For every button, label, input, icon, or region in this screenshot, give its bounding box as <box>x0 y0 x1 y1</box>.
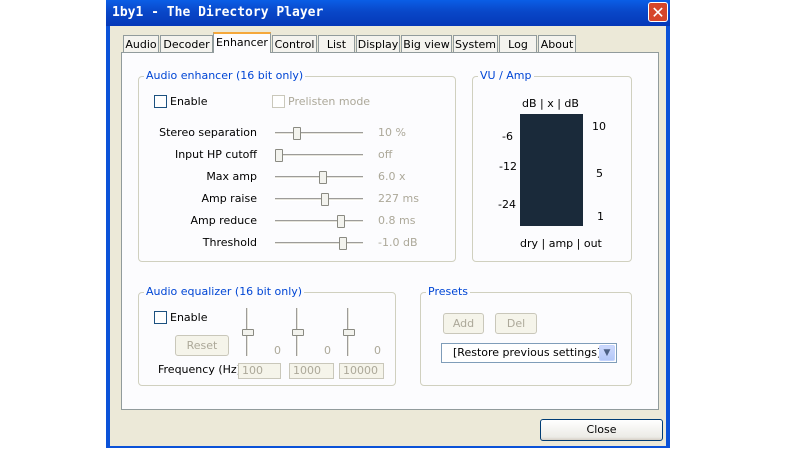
vu-amp-title: VU / Amp <box>478 69 534 82</box>
slider-6-value: -1.0 dB <box>378 236 418 249</box>
close-icon[interactable]: ✕ <box>648 2 668 22</box>
audio-enhancer-title: Audio enhancer (16 bit only) <box>144 69 306 82</box>
eq-band-2-frequency-field[interactable]: 1000 <box>289 363 334 379</box>
vu-left-scale-2: -12 <box>499 160 517 173</box>
tab-about[interactable]: About <box>538 35 576 52</box>
slider-3-thumb[interactable] <box>319 171 327 184</box>
slider-1-value: 10 % <box>378 126 406 139</box>
tab-list[interactable]: List <box>318 35 355 52</box>
vu-left-scale-1: -6 <box>502 130 513 143</box>
prelisten-mode-checkbox[interactable] <box>272 95 285 108</box>
preset-select-value: [Restore previous settings] <box>453 346 602 359</box>
enhancer-enable-checkbox[interactable] <box>154 95 167 108</box>
tab-enhancer[interactable]: Enhancer <box>213 32 271 53</box>
slider-3-value: 6.0 x <box>378 170 406 183</box>
window-title: 1by1 - The Directory Player <box>112 5 324 20</box>
vu-left-scale-3: -24 <box>498 198 516 211</box>
tab-big-view[interactable]: Big view <box>401 35 452 52</box>
slider-2-value: off <box>378 148 393 161</box>
close-button[interactable]: Close <box>540 419 663 441</box>
slider-6-thumb[interactable] <box>339 237 347 250</box>
slider-5-value: 0.8 ms <box>378 214 416 227</box>
slider-1-label: Stereo separation <box>159 126 257 139</box>
vu-meter-display <box>520 114 583 226</box>
slider-4-value: 227 ms <box>378 192 419 205</box>
audio-equalizer-title: Audio equalizer (16 bit only) <box>144 285 305 298</box>
presets-title: Presets <box>426 285 471 298</box>
slider-6-track[interactable] <box>275 242 363 245</box>
chevron-down-icon[interactable]: ▼ <box>599 345 615 361</box>
eq-band-1-gain: 0 <box>274 344 281 357</box>
prelisten-mode-label: Prelisten mode <box>288 95 371 108</box>
eq-band-1-frequency-field[interactable]: 100 <box>238 363 281 379</box>
eq-band-1-thumb[interactable] <box>242 329 254 336</box>
slider-5-track[interactable] <box>275 220 363 223</box>
slider-4-track[interactable] <box>275 198 363 201</box>
slider-6-label: Threshold <box>202 236 257 249</box>
tab-log[interactable]: Log <box>499 35 537 52</box>
slider-3-label: Max amp <box>206 170 257 183</box>
slider-1-track[interactable] <box>275 132 363 135</box>
eq-band-2-thumb[interactable] <box>292 329 304 336</box>
tab-decoder[interactable]: Decoder <box>160 35 213 52</box>
presets-group <box>420 292 632 386</box>
slider-5-thumb[interactable] <box>337 215 346 228</box>
enhancer-enable-label: Enable <box>170 95 208 108</box>
equalizer-enable-label: Enable <box>170 311 208 324</box>
equalizer-reset-button[interactable]: Reset <box>175 335 229 356</box>
slider-2-track[interactable] <box>275 154 363 157</box>
slider-5-label: Amp reduce <box>190 214 257 227</box>
frequency-label: Frequency (Hz): <box>158 363 245 376</box>
slider-4-label: Amp raise <box>201 192 257 205</box>
eq-band-2-gain: 0 <box>324 344 331 357</box>
slider-1-thumb[interactable] <box>292 127 301 140</box>
tab-audio[interactable]: Audio <box>123 35 159 52</box>
tab-control[interactable]: Control <box>272 35 317 52</box>
tab-system[interactable]: System <box>453 35 498 52</box>
eq-band-3-gain: 0 <box>374 344 381 357</box>
vu-footer: dry | amp | out <box>520 237 602 250</box>
slider-2-thumb[interactable] <box>275 149 283 162</box>
vu-right-scale-1: 10 <box>592 120 606 133</box>
vu-right-scale-3: 1 <box>597 210 604 223</box>
preset-add-button[interactable]: Add <box>443 313 484 334</box>
vu-right-scale-2: 5 <box>596 167 603 180</box>
vu-header: dB | x | dB <box>522 97 579 110</box>
slider-2-label: Input HP cutoff <box>174 148 257 161</box>
equalizer-enable-checkbox[interactable] <box>154 311 167 324</box>
tab-display[interactable]: Display <box>356 35 400 52</box>
slider-4-thumb[interactable] <box>321 193 330 206</box>
eq-band-3-thumb[interactable] <box>343 329 355 336</box>
preset-del-button[interactable]: Del <box>495 313 537 334</box>
eq-band-3-frequency-field[interactable]: 10000 <box>339 363 384 379</box>
